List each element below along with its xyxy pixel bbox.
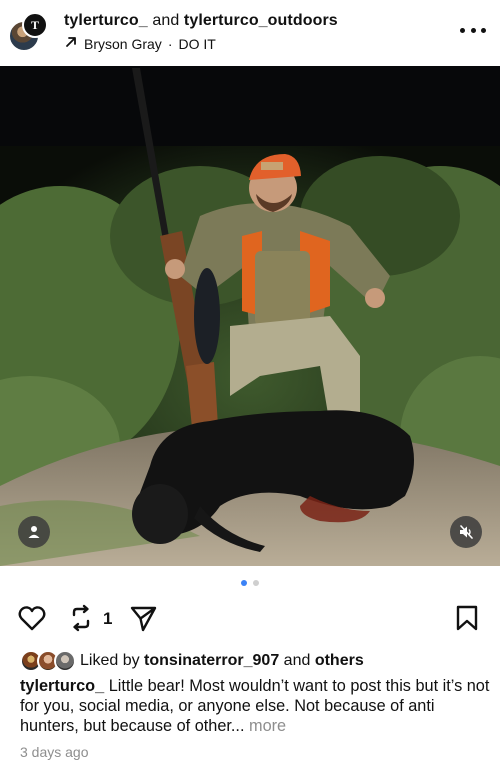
collab-avatars[interactable]: T [8, 12, 48, 52]
author-username-1[interactable]: tylerturco_ [64, 12, 148, 29]
post-timestamp: 3 days ago [20, 744, 89, 760]
repost-icon[interactable] [66, 602, 96, 634]
caption-username[interactable]: tylerturco_ [20, 677, 104, 695]
likes-joiner: and [283, 652, 311, 669]
post-caption: tylerturco_ Little bear! Most wouldn’t w… [20, 676, 490, 736]
likes-others[interactable]: others [315, 652, 364, 669]
audio-title: DO IT [178, 35, 216, 52]
avatar [54, 650, 76, 672]
repost-count: 1 [103, 609, 113, 628]
speaker-muted-icon[interactable] [450, 516, 482, 548]
likes-prefix: Liked by [80, 652, 140, 669]
bookmark-outline-icon[interactable] [452, 602, 482, 634]
carousel-indicator [0, 580, 500, 586]
person-tag-icon[interactable] [18, 516, 50, 548]
audio-separator: · [167, 35, 173, 52]
carousel-dot [253, 580, 259, 586]
liker-avatars[interactable] [20, 650, 76, 672]
send-icon[interactable] [128, 602, 158, 634]
hunting-photo [0, 66, 500, 566]
liker-username[interactable]: tonsinaterror_907 [144, 652, 279, 669]
tt-monogram-icon[interactable]: T [22, 12, 48, 38]
post-image[interactable] [0, 66, 500, 566]
more-horizontal-icon[interactable] [460, 20, 486, 40]
audio-artist: Bryson Gray [84, 35, 162, 52]
carousel-dot-active [241, 580, 247, 586]
heart-outline-icon[interactable] [17, 602, 47, 634]
post-header: T tylerturco_ and tylerturco_outdoors Br… [0, 0, 500, 66]
likes-row[interactable]: Liked by tonsinaterror_907 and others [20, 649, 364, 673]
post-authors: tylerturco_ and tylerturco_outdoors [64, 12, 338, 30]
likes-text: Liked by tonsinaterror_907 and others [80, 652, 364, 670]
arrow-up-right-icon [64, 35, 78, 52]
audio-track[interactable]: Bryson Gray · DO IT [64, 35, 216, 52]
authors-joiner: and [152, 12, 180, 29]
action-bar: 1 [0, 602, 500, 636]
svg-text:T: T [31, 18, 39, 32]
author-username-2[interactable]: tylerturco_outdoors [184, 12, 338, 29]
caption-more-link[interactable]: more [249, 717, 286, 735]
